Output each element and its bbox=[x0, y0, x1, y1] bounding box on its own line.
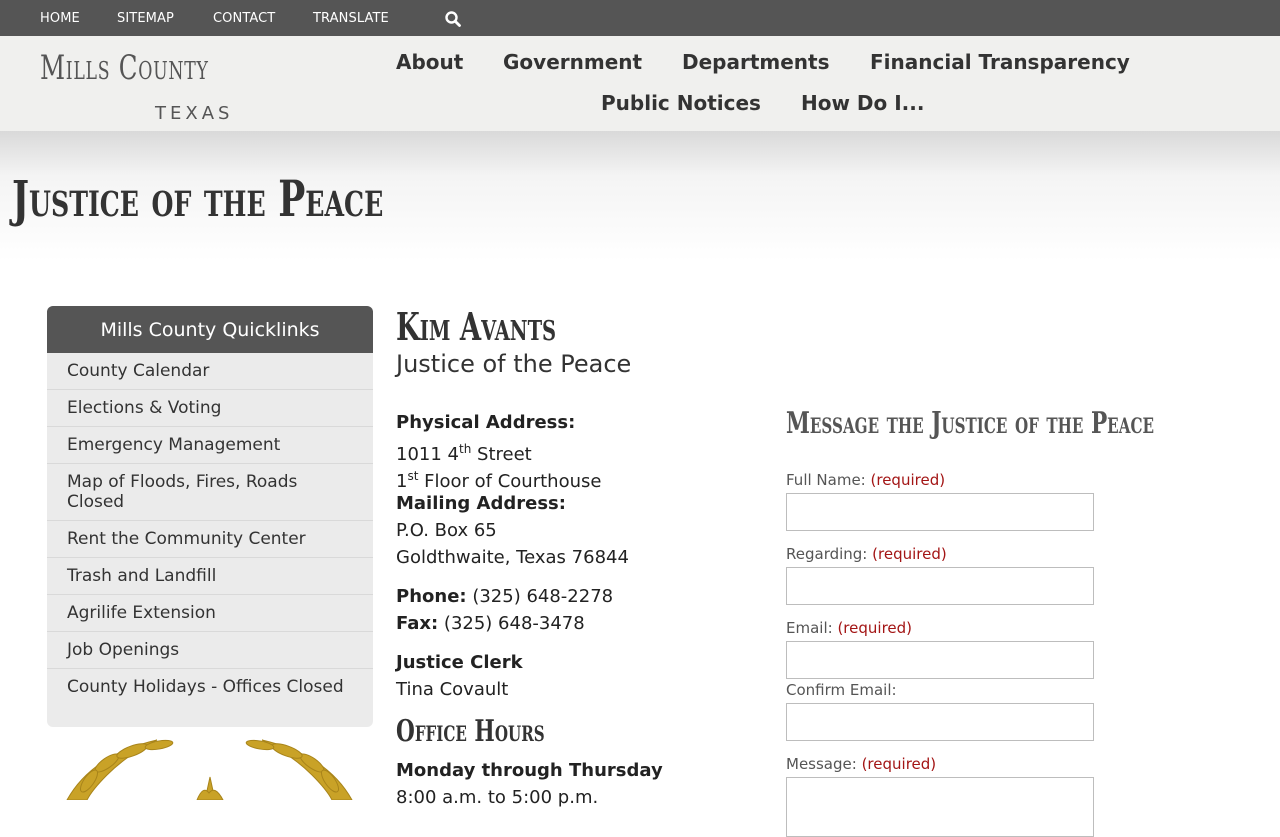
quicklink-county-holidays[interactable]: County Holidays - Offices Closed bbox=[47, 669, 373, 726]
physical-address-label: Physical Address: bbox=[396, 412, 576, 433]
quicklink-agrilife[interactable]: Agrilife Extension bbox=[47, 595, 373, 632]
email-label: Email: (required) bbox=[786, 619, 913, 637]
clerk-name: Tina Covault bbox=[396, 679, 509, 700]
nav-about[interactable]: About bbox=[396, 50, 463, 74]
quicklink-community-center[interactable]: Rent the Community Center bbox=[47, 521, 373, 558]
mailing-address-line1: P.O. Box 65 bbox=[396, 520, 497, 541]
county-logo[interactable]: Mills County TEXAS bbox=[40, 48, 245, 124]
logo-subtitle: TEXAS bbox=[155, 103, 234, 124]
site-header: Mills County TEXAS About Government Depa… bbox=[0, 36, 1280, 131]
sitemap-link[interactable]: SITEMAP bbox=[117, 11, 174, 26]
nav-how-do-i[interactable]: How Do I... bbox=[801, 91, 924, 115]
confirm-email-field[interactable] bbox=[786, 703, 1094, 741]
logo-title: Mills County bbox=[40, 48, 209, 88]
page-title-band: Justice of the Peace bbox=[0, 131, 1280, 261]
form-title: Message the Justice of the Peace bbox=[786, 406, 1155, 441]
office-hours-title: Office Hours bbox=[396, 714, 545, 749]
nav-public-notices[interactable]: Public Notices bbox=[601, 91, 761, 115]
page-title: Justice of the Peace bbox=[12, 169, 384, 228]
county-seal-image bbox=[66, 739, 353, 800]
fax-line: Fax: (325) 648-3478 bbox=[396, 613, 585, 634]
full-name-label: Full Name: (required) bbox=[786, 471, 946, 489]
quicklinks-list: County Calendar Elections & Voting Emerg… bbox=[47, 353, 373, 726]
message-label: Message: (required) bbox=[786, 755, 937, 773]
translate-link[interactable]: TRANSLATE bbox=[313, 11, 389, 26]
hours-days: Monday through Thursday bbox=[396, 760, 663, 781]
quicklinks-panel: Mills County Quicklinks County Calendar … bbox=[47, 306, 373, 727]
nav-financial-transparency[interactable]: Financial Transparency bbox=[870, 50, 1130, 74]
regarding-label: Regarding: (required) bbox=[786, 545, 947, 563]
message-field[interactable] bbox=[786, 777, 1094, 837]
clerk-label: Justice Clerk bbox=[396, 652, 523, 673]
home-link[interactable]: HOME bbox=[40, 11, 80, 26]
hours-time: 8:00 a.m. to 5:00 p.m. bbox=[396, 787, 599, 808]
nav-departments[interactable]: Departments bbox=[682, 50, 830, 74]
mailing-address-line2: Goldthwaite, Texas 76844 bbox=[396, 547, 629, 568]
quicklink-trash-landfill[interactable]: Trash and Landfill bbox=[47, 558, 373, 595]
official-role: Justice of the Peace bbox=[396, 350, 632, 378]
contact-link[interactable]: CONTACT bbox=[213, 11, 275, 26]
quicklink-county-calendar[interactable]: County Calendar bbox=[47, 353, 373, 390]
mailing-address-label: Mailing Address: bbox=[396, 493, 566, 514]
quicklink-job-openings[interactable]: Job Openings bbox=[47, 632, 373, 669]
confirm-email-label: Confirm Email: bbox=[786, 681, 897, 699]
phone-line: Phone: (325) 648-2278 bbox=[396, 586, 614, 607]
regarding-field[interactable] bbox=[786, 567, 1094, 605]
utility-bar: HOME SITEMAP CONTACT TRANSLATE bbox=[0, 0, 1280, 36]
quicklink-emergency-management[interactable]: Emergency Management bbox=[47, 427, 373, 464]
quicklinks-title: Mills County Quicklinks bbox=[47, 306, 373, 353]
quicklink-map-floods[interactable]: Map of Floods, Fires, Roads Closed bbox=[47, 464, 373, 521]
quicklink-elections-voting[interactable]: Elections & Voting bbox=[47, 390, 373, 427]
email-field[interactable] bbox=[786, 641, 1094, 679]
nav-government[interactable]: Government bbox=[503, 50, 642, 74]
full-name-field[interactable] bbox=[786, 493, 1094, 531]
search-icon[interactable] bbox=[444, 10, 462, 28]
official-name: Kim Avants bbox=[396, 304, 557, 349]
